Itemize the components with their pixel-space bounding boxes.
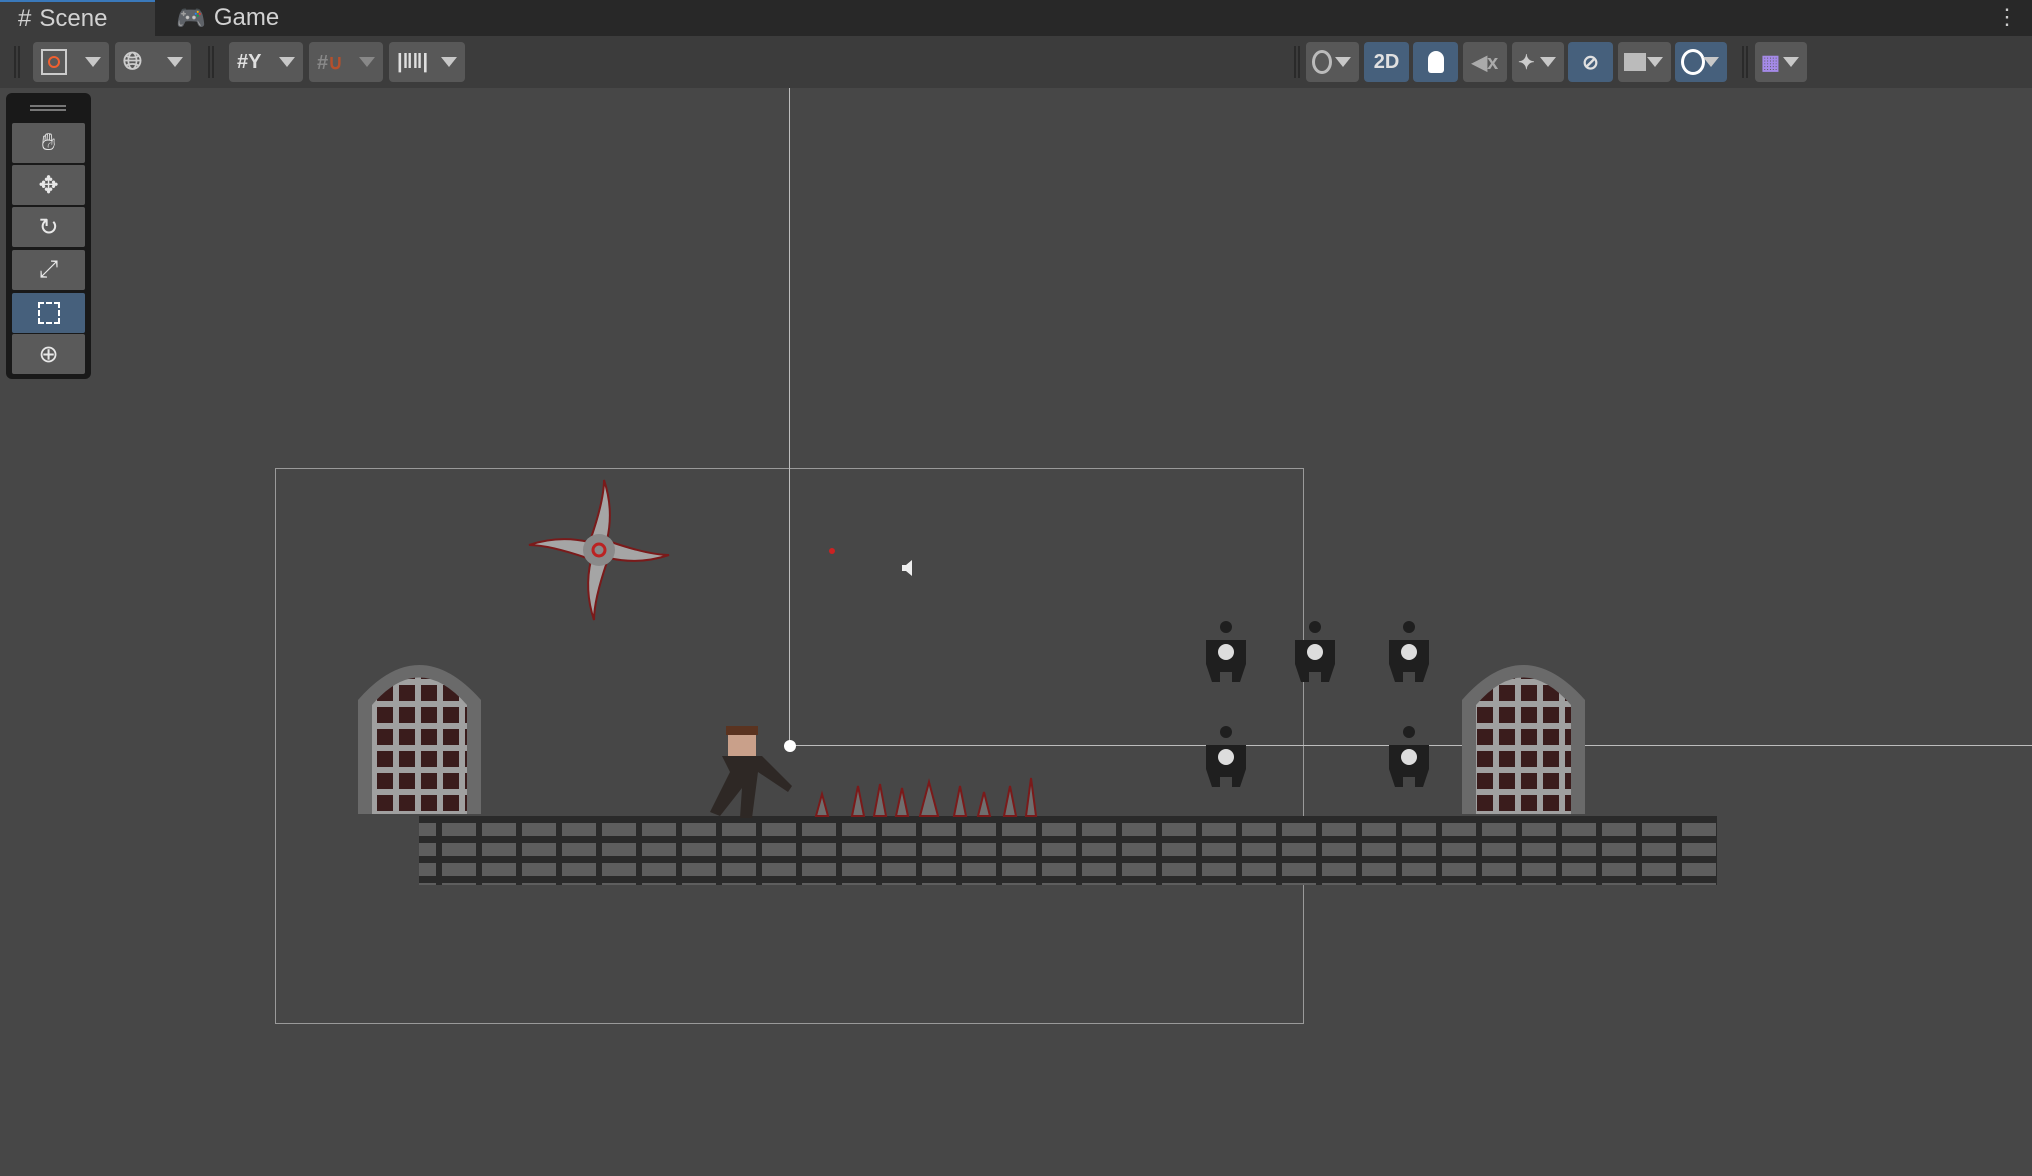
enemy[interactable] — [1389, 726, 1429, 787]
scene-sprites — [358, 479, 1717, 885]
enemy[interactable] — [1206, 621, 1246, 682]
enemy[interactable] — [1295, 621, 1335, 682]
floor-spikes[interactable] — [814, 777, 1038, 817]
red-marker — [829, 548, 835, 554]
dungeon-door-left[interactable] — [358, 665, 481, 814]
enemy[interactable] — [1389, 621, 1429, 682]
enemy[interactable] — [1206, 726, 1246, 787]
dungeon-door-right[interactable] — [1462, 665, 1585, 814]
player-character[interactable] — [710, 726, 796, 818]
spinning-saw[interactable] — [528, 479, 670, 621]
enemies — [1206, 621, 1429, 787]
stone-floor[interactable] — [419, 816, 1717, 885]
audio-source-icon[interactable] — [902, 560, 912, 576]
